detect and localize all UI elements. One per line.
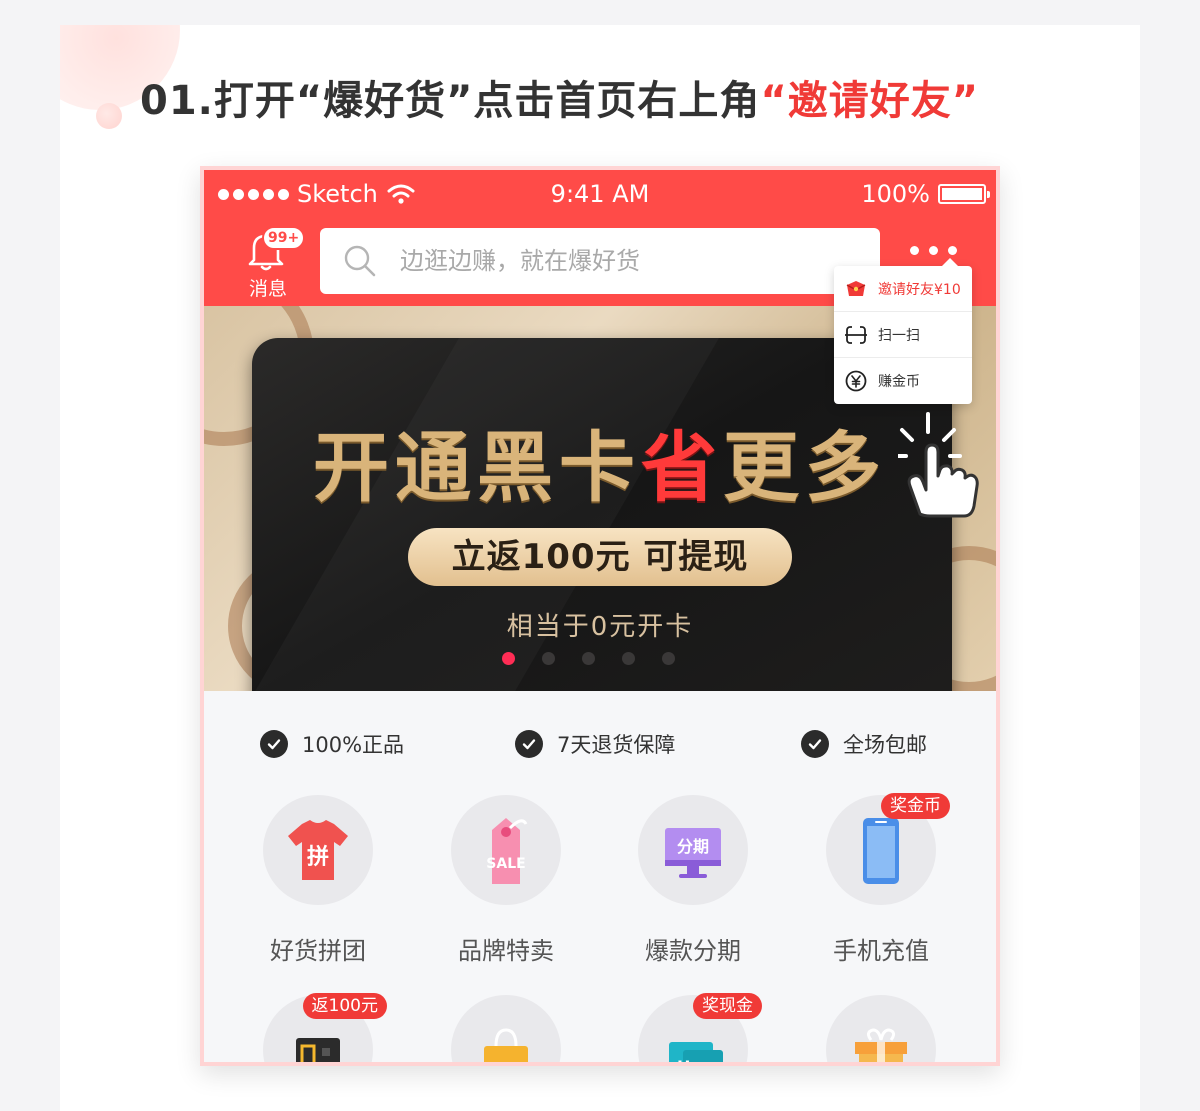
messages-button[interactable]: 99+ 消息 [240,226,306,302]
svg-text:分期: 分期 [677,837,709,856]
banner-cashback-pill: 立返100元 可提现 [408,528,792,586]
status-bar: Sketch 9:41 AM 100% [204,170,996,222]
phone-screenshot: Sketch 9:41 AM 100% 99+ 消息 边逛边赚，就在爆好货 开通… [200,166,1000,1066]
step-title-highlight: “邀请好友” [760,78,980,124]
pager-dot[interactable] [542,652,555,665]
step-title: 01.打开“爆好货”点击首页右上角“邀请好友” [140,78,980,124]
scan-label: 扫一扫 [878,327,920,344]
category-row2-bag[interactable] [431,995,581,1062]
messages-label: 消息 [248,278,287,300]
reward-tag: 返100元 [302,993,387,1019]
search-input[interactable] [400,247,840,275]
yuan-coin-icon [845,370,867,392]
gift-icon [855,1028,907,1062]
red-envelope-icon [846,280,866,296]
guarantee-item: 100%正品 [260,729,404,759]
search-bar[interactable] [320,228,880,294]
category-brand-sale[interactable]: SALE 品牌特卖 [431,795,581,966]
svg-text:H: H [677,1057,690,1066]
search-icon [344,245,376,277]
guarantee-label: 全场包邮 [843,733,927,757]
category-group-buy[interactable]: 拼 好货拼团 [243,795,393,966]
battery-percent: 100% [861,180,930,208]
banner-title: 开通黑卡省更多 [313,423,887,512]
shopping-bag-icon [484,1028,528,1062]
category-phone-topup[interactable]: 奖金币 手机充值 [806,793,956,966]
check-icon [260,730,288,758]
reward-tag: 奖现金 [693,993,762,1019]
pager-dot-active[interactable] [502,652,515,665]
phone-icon [863,818,899,884]
pager-dot[interactable] [622,652,635,665]
popup-menu: 邀请好友¥10 扫一扫 赚金币 [834,258,972,404]
banner-subtitle: 相当于0元开卡 [506,612,694,642]
category-label: 好货拼团 [270,937,366,965]
guarantee-label: 7天退货保障 [557,733,676,757]
pager-dot[interactable] [662,652,675,665]
category-label: 手机充值 [833,937,929,965]
guarantee-label: 100%正品 [302,733,405,757]
banner-pager [502,652,675,665]
tap-hand-icon [898,412,979,518]
battery-icon [938,184,990,204]
reward-tag: 奖金币 [881,793,950,819]
monitor-icon: 分期 [665,828,721,878]
category-row2-hotel[interactable]: H 奖现金 [618,993,768,1066]
check-icon [515,730,543,758]
category-label: 品牌特卖 [458,937,554,965]
category-row2-gift[interactable] [806,995,956,1062]
invite-friends-item[interactable]: 邀请好友¥10 [834,266,972,312]
guarantee-item: 7天退货保障 [515,729,675,759]
check-icon [801,730,829,758]
pager-dot[interactable] [582,652,595,665]
sale-tag-icon: SALE [486,818,528,884]
guarantee-item: 全场包邮 [801,729,927,759]
earn-coins-item[interactable]: 赚金币 [834,358,972,404]
svg-text:SALE: SALE [486,856,525,872]
tshirt-icon: 拼 [288,820,348,880]
invite-friends-label: 邀请好友¥10 [878,281,961,298]
category-label: 爆款分期 [645,937,741,965]
notification-badge: 99+ [262,226,306,250]
category-installment[interactable]: 分期 爆款分期 [618,795,768,966]
category-row2-card[interactable]: 返100元 [243,993,393,1062]
svg-text:拼: 拼 [307,844,329,870]
scan-item[interactable]: 扫一扫 [834,312,972,358]
earn-coins-label: 赚金币 [878,374,920,390]
decor-circle-small [96,103,122,129]
scan-icon [845,325,867,344]
guarantee-bar: 100%正品 7天退货保障 全场包邮 [204,705,996,785]
